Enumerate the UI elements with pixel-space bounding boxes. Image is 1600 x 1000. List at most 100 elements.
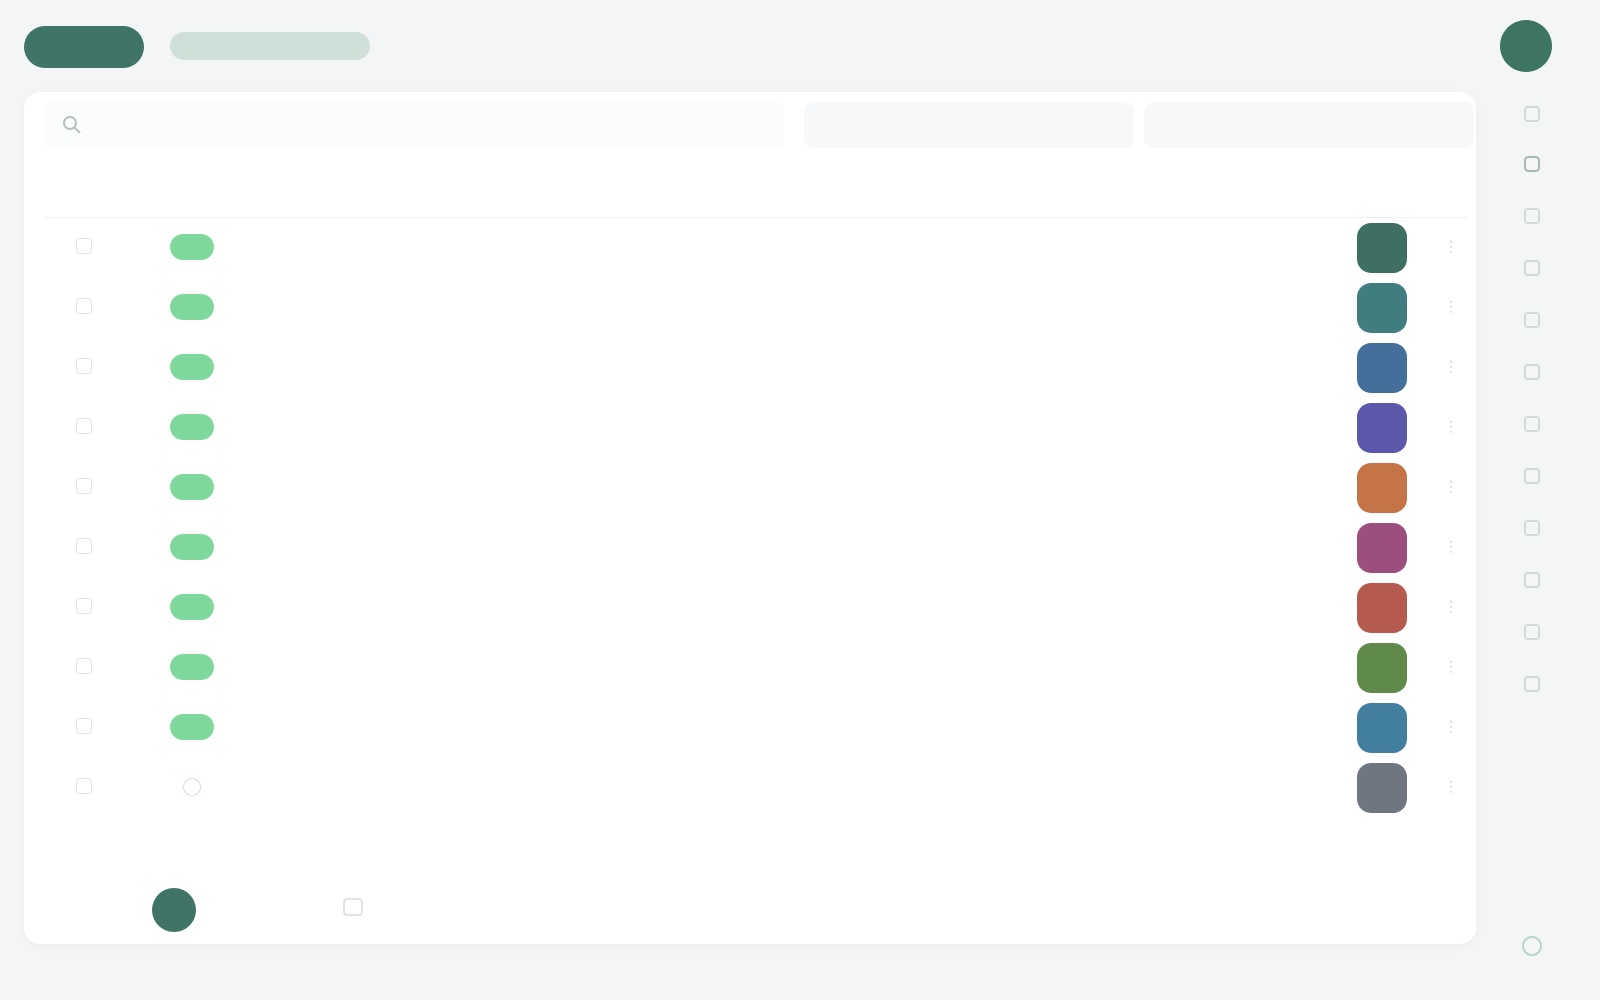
range-filter[interactable] xyxy=(1144,102,1474,148)
table-row[interactable]: ⋮ xyxy=(44,578,1468,638)
row-actions[interactable]: ⋮ xyxy=(1436,418,1466,435)
row-actions[interactable]: ⋮ xyxy=(1436,598,1466,615)
color-cell xyxy=(1354,523,1410,576)
rail-icon-2[interactable] xyxy=(1520,152,1544,176)
color-cell xyxy=(1354,463,1410,516)
status-cell xyxy=(162,354,222,383)
data-table: ⋮ ⋮ ⋮ ⋮ ⋮ ⋮ ⋮ ⋮ ⋮ ⋮ xyxy=(44,162,1468,818)
status-cell xyxy=(162,534,222,563)
row-actions[interactable]: ⋮ xyxy=(1436,718,1466,735)
color-swatch[interactable] xyxy=(1357,763,1407,813)
rail-icon-9[interactable] xyxy=(1520,516,1544,540)
row-select-cell[interactable] xyxy=(64,658,104,677)
rail-icon-5[interactable] xyxy=(1520,308,1544,332)
rail-icon-6[interactable] xyxy=(1520,360,1544,384)
status-badge xyxy=(170,474,214,500)
brand-pill[interactable] xyxy=(24,26,144,68)
row-actions[interactable]: ⋮ xyxy=(1436,658,1466,675)
more-icon[interactable]: ⋮ xyxy=(1444,358,1458,374)
color-cell xyxy=(1354,223,1410,276)
more-icon[interactable]: ⋮ xyxy=(1444,778,1458,794)
rail-icon-11[interactable] xyxy=(1520,620,1544,644)
more-icon[interactable]: ⋮ xyxy=(1444,538,1458,554)
color-cell xyxy=(1354,583,1410,636)
table-row[interactable]: ⋮ xyxy=(44,758,1468,818)
row-checkbox[interactable] xyxy=(76,418,92,434)
row-select-cell[interactable] xyxy=(64,718,104,737)
more-icon[interactable]: ⋮ xyxy=(1444,478,1458,494)
more-icon[interactable]: ⋮ xyxy=(1444,238,1458,254)
rail-icon-12[interactable] xyxy=(1520,672,1544,696)
color-swatch[interactable] xyxy=(1357,463,1407,513)
page-subtitle xyxy=(170,32,370,60)
table-row[interactable]: ⋮ xyxy=(44,518,1468,578)
status-badge xyxy=(170,594,214,620)
rail-icon-7[interactable] xyxy=(1520,412,1544,436)
row-actions[interactable]: ⋮ xyxy=(1436,238,1466,255)
more-icon[interactable]: ⋮ xyxy=(1444,298,1458,314)
row-select-cell[interactable] xyxy=(64,478,104,497)
row-select-cell[interactable] xyxy=(64,358,104,377)
status-cell xyxy=(162,234,222,263)
rail-icon-4[interactable] xyxy=(1520,256,1544,280)
rows-per-page-icon[interactable] xyxy=(342,896,364,918)
more-icon[interactable]: ⋮ xyxy=(1444,718,1458,734)
row-checkbox[interactable] xyxy=(76,238,92,254)
row-checkbox[interactable] xyxy=(76,358,92,374)
row-select-cell[interactable] xyxy=(64,598,104,617)
row-checkbox[interactable] xyxy=(76,598,92,614)
row-checkbox[interactable] xyxy=(76,538,92,554)
rail-icon-1[interactable] xyxy=(1520,102,1544,126)
table-body: ⋮ ⋮ ⋮ ⋮ ⋮ ⋮ ⋮ ⋮ ⋮ ⋮ xyxy=(44,218,1468,818)
page-current[interactable] xyxy=(152,888,196,932)
color-swatch[interactable] xyxy=(1357,523,1407,573)
status-badge xyxy=(170,294,214,320)
row-select-cell[interactable] xyxy=(64,418,104,437)
row-actions[interactable]: ⋮ xyxy=(1436,298,1466,315)
row-select-cell[interactable] xyxy=(64,778,104,797)
rail-icon-3[interactable] xyxy=(1520,204,1544,228)
row-select-cell[interactable] xyxy=(64,298,104,317)
status-badge xyxy=(170,354,214,380)
table-row[interactable]: ⋮ xyxy=(44,338,1468,398)
row-checkbox[interactable] xyxy=(76,718,92,734)
rail-icon-8[interactable] xyxy=(1520,464,1544,488)
row-actions[interactable]: ⋮ xyxy=(1436,358,1466,375)
table-row[interactable]: ⋮ xyxy=(44,278,1468,338)
avatar[interactable] xyxy=(1500,20,1552,72)
more-icon[interactable]: ⋮ xyxy=(1444,418,1458,434)
help-icon[interactable] xyxy=(1520,934,1544,958)
color-swatch[interactable] xyxy=(1357,643,1407,693)
color-swatch[interactable] xyxy=(1357,583,1407,633)
table-row[interactable]: ⋮ xyxy=(44,458,1468,518)
table-row[interactable]: ⋮ xyxy=(44,398,1468,458)
status-cell xyxy=(162,474,222,503)
color-swatch[interactable] xyxy=(1357,403,1407,453)
row-select-cell[interactable] xyxy=(64,538,104,557)
date-filter[interactable] xyxy=(804,102,1134,148)
color-swatch[interactable] xyxy=(1357,343,1407,393)
row-checkbox[interactable] xyxy=(76,478,92,494)
row-checkbox[interactable] xyxy=(76,298,92,314)
row-actions[interactable]: ⋮ xyxy=(1436,778,1466,795)
pagination xyxy=(24,882,1476,932)
row-actions[interactable]: ⋮ xyxy=(1436,478,1466,495)
color-cell xyxy=(1354,763,1410,816)
status-badge xyxy=(183,778,201,796)
status-cell xyxy=(162,594,222,623)
more-icon[interactable]: ⋮ xyxy=(1444,598,1458,614)
table-row[interactable]: ⋮ xyxy=(44,638,1468,698)
color-swatch[interactable] xyxy=(1357,223,1407,273)
color-swatch[interactable] xyxy=(1357,283,1407,333)
row-checkbox[interactable] xyxy=(76,778,92,794)
table-row[interactable]: ⋮ xyxy=(44,218,1468,278)
status-badge xyxy=(170,414,214,440)
row-checkbox[interactable] xyxy=(76,658,92,674)
search-input[interactable] xyxy=(44,102,784,148)
row-actions[interactable]: ⋮ xyxy=(1436,538,1466,555)
more-icon[interactable]: ⋮ xyxy=(1444,658,1458,674)
table-row[interactable]: ⋮ xyxy=(44,698,1468,758)
color-swatch[interactable] xyxy=(1357,703,1407,753)
rail-icon-10[interactable] xyxy=(1520,568,1544,592)
row-select-cell[interactable] xyxy=(64,238,104,257)
